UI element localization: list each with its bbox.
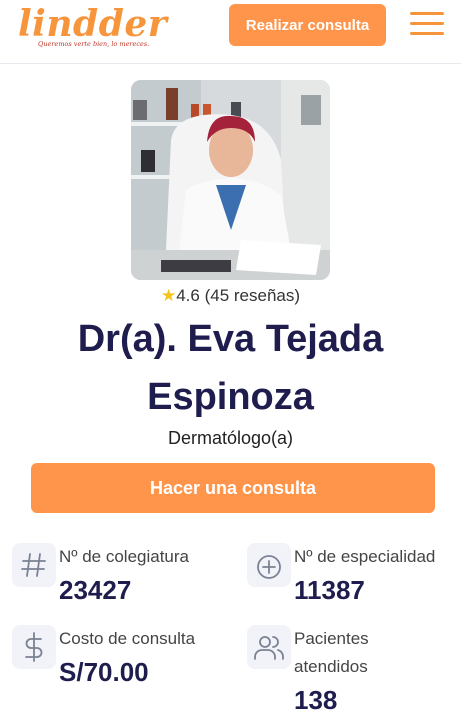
stat-label: Costo de consulta (59, 629, 196, 648)
stat-label: Nº de especialidad (294, 547, 436, 566)
stat-label-line1: Pacientes (294, 629, 369, 648)
stat-label: Pacientes atendidos (294, 625, 369, 681)
realizar-consulta-button[interactable]: Realizar consulta (229, 4, 386, 46)
stat-label-line2: atendidos (294, 657, 368, 676)
lindder-logo[interactable]: lindder Queremos verte bien, lo mereces. (18, 2, 167, 52)
doctor-photo (131, 80, 330, 280)
hacer-consulta-button[interactable]: Hacer una consulta (31, 463, 435, 513)
hamburger-icon[interactable] (410, 10, 446, 40)
stat-colegiatura: Nº de colegiatura 23427 (12, 543, 232, 613)
stat-pacientes: Pacientes atendidos 138 (247, 625, 461, 716)
top-navbar: lindder Queremos verte bien, lo mereces.… (0, 0, 461, 64)
stat-especialidad: Nº de especialidad 11387 (247, 543, 461, 613)
dollar-icon (12, 625, 56, 669)
stat-value: 23427 (59, 575, 132, 605)
stat-value: 138 (294, 685, 338, 715)
hash-icon (12, 543, 56, 587)
stat-label: Nº de colegiatura (59, 547, 190, 566)
rating: ★4.6 (45 reseñas) (0, 286, 461, 306)
logo-tagline: Queremos verte bien, lo mereces. (38, 40, 150, 48)
rating-reviews: (45 reseñas) (204, 286, 301, 305)
stat-costo: Costo de consulta S/70.00 (12, 625, 232, 695)
rating-value: 4.6 (176, 286, 200, 305)
stat-value: S/70.00 (59, 657, 149, 687)
doctor-name-line1: Dr(a). Eva Tejada (77, 318, 384, 360)
star-icon: ★ (160, 286, 177, 305)
doctor-specialty: Dermatólogo(a) (167, 428, 294, 448)
plus-circle-icon (247, 543, 291, 587)
stat-value: 11387 (294, 575, 365, 605)
users-icon (247, 625, 291, 669)
doctor-name: Dr(a). Eva Tejada Espinoza (40, 310, 421, 426)
doctor-name-line2: Espinoza (147, 376, 314, 418)
